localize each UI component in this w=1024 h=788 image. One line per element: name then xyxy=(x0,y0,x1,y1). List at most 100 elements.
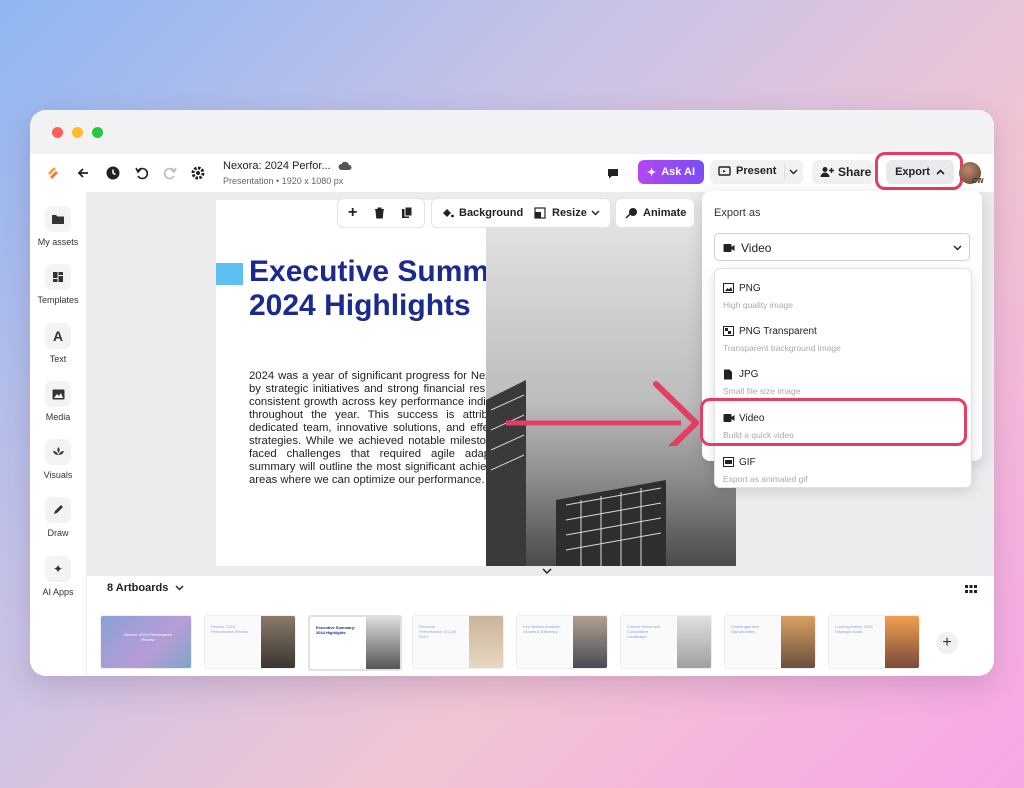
element-actions-toolbar: + xyxy=(337,198,425,228)
file-icon xyxy=(724,369,732,380)
history-clock-icon[interactable] xyxy=(102,162,124,184)
sidebar-item-templates[interactable]: Templates xyxy=(30,264,86,305)
duplicate-icon[interactable] xyxy=(401,206,413,219)
artboard-thumbnail[interactable]: Nexora: 2024 Performance Review xyxy=(204,615,296,669)
export-option-gif[interactable]: GIF Export as animated gif xyxy=(723,453,963,493)
sidebar-item-ai-apps[interactable]: ✦ AI Apps xyxy=(30,556,86,597)
close-window-button[interactable] xyxy=(52,127,63,138)
export-format-value: Video xyxy=(741,241,772,255)
thumbnail-title: Key Metrics Analysis: Growth & Efficienc… xyxy=(523,624,561,634)
resize-button[interactable]: Resize xyxy=(552,207,587,219)
left-sidebar: My assets Templates A Text Media Visuals… xyxy=(30,192,87,676)
undo-icon[interactable] xyxy=(131,162,153,184)
animate-icon xyxy=(625,208,637,219)
export-option-label: PNG xyxy=(739,283,761,294)
thumbnail-photo xyxy=(366,617,400,669)
export-option-desc: Transparent background image xyxy=(723,343,841,353)
maximize-window-button[interactable] xyxy=(92,127,103,138)
thumbnail-photo xyxy=(469,616,503,668)
sidebar-item-my-assets[interactable]: My assets xyxy=(30,206,86,247)
add-artboard-button[interactable]: + xyxy=(936,632,958,654)
artboard-thumbnail-active[interactable]: Executive Summary: 2024 Highlights xyxy=(308,615,402,671)
present-button[interactable]: Present xyxy=(710,160,803,184)
artboard-strip: 8 Artboards Nexora: 2024 Performance Rev… xyxy=(87,568,994,676)
thumbnail-title: Nexora: 2024 Performance Review xyxy=(123,632,173,642)
export-option-desc: Export as animated gif xyxy=(723,474,808,484)
image-icon xyxy=(723,283,734,293)
export-highlight-annotation xyxy=(875,152,963,190)
chevron-down-icon[interactable] xyxy=(789,169,798,175)
artboard-thumbnail[interactable]: Looking Ahead: 2025 Strategic Goals xyxy=(828,615,920,669)
pen-icon xyxy=(45,497,71,523)
export-option-desc: Small file size image xyxy=(723,386,801,396)
share-button[interactable]: Share xyxy=(812,160,874,184)
thumbnail-photo xyxy=(677,616,711,668)
add-plus-icon[interactable]: + xyxy=(348,204,357,222)
artboards-label: 8 Artboards xyxy=(107,582,169,594)
avatar-initials: CW xyxy=(972,178,984,185)
app-logo-icon[interactable] xyxy=(42,162,64,184)
sidebar-item-draw[interactable]: Draw xyxy=(30,497,86,538)
export-option-label: PNG Transparent xyxy=(739,326,817,337)
comment-icon[interactable] xyxy=(602,162,624,184)
sidebar-label-visuals: Visuals xyxy=(43,470,73,480)
back-arrow-icon[interactable] xyxy=(72,162,94,184)
app-window: Nexora: 2024 Perfor... Presentation • 19… xyxy=(30,110,994,676)
document-subtitle: Presentation • 1920 x 1080 px xyxy=(223,176,344,186)
thumbnail-photo xyxy=(885,616,919,668)
gif-icon xyxy=(723,457,734,467)
thumbnail-title: Challenges and Opportunities xyxy=(731,624,759,634)
export-option-label: GIF xyxy=(739,457,756,468)
export-option-png-transparent[interactable]: PNG Transparent Transparent background i… xyxy=(723,322,963,362)
artboards-dropdown[interactable]: 8 Artboards xyxy=(107,582,184,594)
top-toolbar: Nexora: 2024 Perfor... Presentation • 19… xyxy=(30,152,994,193)
export-option-label: JPG xyxy=(739,369,759,380)
folder-icon xyxy=(45,206,71,232)
sidebar-label-my-assets: My assets xyxy=(37,237,79,247)
ask-ai-label: Ask AI xyxy=(661,166,696,178)
background-resize-toolbar: Background Resize xyxy=(431,198,611,228)
artboard-thumbnail[interactable]: Challenges and Opportunities xyxy=(724,615,816,669)
window-titlebar xyxy=(30,110,994,154)
pointer-arrow-annotation xyxy=(506,381,699,446)
artboard-thumbnail[interactable]: Current Share and Competitive Landscape xyxy=(620,615,712,669)
sparkle-icon: ✦ xyxy=(45,556,71,582)
grid-view-icon[interactable] xyxy=(965,585,977,595)
trash-icon[interactable] xyxy=(374,207,385,219)
settings-gear-icon[interactable] xyxy=(187,162,209,184)
chevron-down-icon[interactable] xyxy=(591,210,600,216)
thumbnail-photo xyxy=(573,616,607,668)
artboard-thumbnail[interactable]: Revenue Performance: Q1-Q4 2024 xyxy=(412,615,504,669)
artboard-thumbnail[interactable]: Key Metrics Analysis: Growth & Efficienc… xyxy=(516,615,608,669)
visuals-icon xyxy=(45,439,71,465)
export-option-png[interactable]: PNG High quality image xyxy=(723,279,963,319)
transparent-image-icon xyxy=(723,326,734,336)
sidebar-label-ai-apps: AI Apps xyxy=(42,587,74,597)
ask-ai-button[interactable]: ✦ Ask AI xyxy=(638,160,704,184)
collapse-chevron-icon[interactable] xyxy=(540,567,554,576)
export-option-desc: High quality image xyxy=(723,300,793,310)
minimize-window-button[interactable] xyxy=(72,127,83,138)
thumbnail-title: Looking Ahead: 2025 Strategic Goals xyxy=(835,624,873,634)
templates-icon xyxy=(45,264,71,290)
artboard-thumbnail[interactable]: Nexora: 2024 Performance Review xyxy=(100,615,192,669)
sparkle-icon: ✦ xyxy=(646,166,657,179)
thumbnail-title: Nexora: 2024 Performance Review xyxy=(211,624,249,634)
document-title[interactable]: Nexora: 2024 Perfor... xyxy=(223,160,331,172)
present-screen-icon xyxy=(718,166,731,176)
thumbnail-title: Revenue Performance: Q1-Q4 2024 xyxy=(419,624,457,639)
sidebar-item-text[interactable]: A Text xyxy=(30,323,86,364)
animate-button[interactable]: Animate xyxy=(643,207,686,219)
slide-accent-square[interactable] xyxy=(216,263,243,285)
chevron-down-icon xyxy=(175,585,184,591)
sidebar-label-draw: Draw xyxy=(47,528,69,538)
animate-toolbar: Animate xyxy=(615,198,695,228)
export-panel-title: Export as xyxy=(714,207,761,219)
export-format-select[interactable]: Video xyxy=(714,233,970,261)
sidebar-item-media[interactable]: Media xyxy=(30,381,86,422)
share-label: Share xyxy=(838,165,872,179)
sidebar-item-visuals[interactable]: Visuals xyxy=(30,439,86,480)
redo-icon[interactable] xyxy=(159,162,181,184)
background-button[interactable]: Background xyxy=(459,207,523,219)
text-icon: A xyxy=(45,323,71,349)
